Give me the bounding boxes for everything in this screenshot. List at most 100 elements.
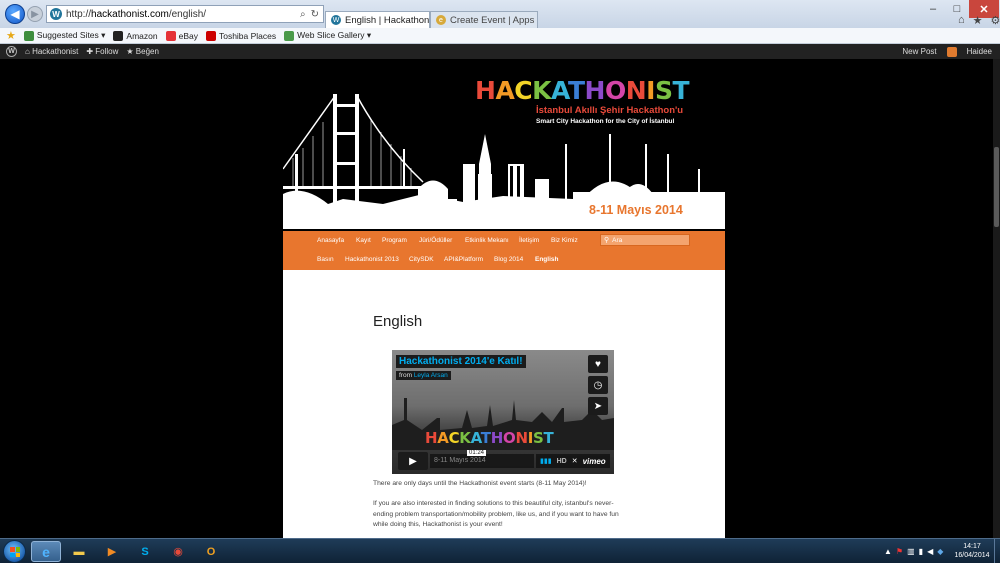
home-icon[interactable]: ⌂ bbox=[958, 14, 965, 27]
back-button[interactable]: ◀ bbox=[5, 4, 25, 24]
taskbar-file-explorer[interactable]: ▬ bbox=[64, 541, 94, 562]
intro-paragraph: There are only days until the Hackathoni… bbox=[373, 480, 587, 487]
logo-letter: O bbox=[604, 76, 626, 105]
tab-create-event[interactable]: e Create Event | Apps for Europe bbox=[430, 11, 538, 28]
admin-follow-label: Follow bbox=[95, 47, 119, 56]
vertical-scrollbar[interactable] bbox=[993, 59, 1000, 538]
hd-toggle[interactable]: HD bbox=[557, 458, 567, 465]
forward-button[interactable]: ▶ bbox=[27, 6, 43, 22]
nav-item-citysdk[interactable]: CitySDK bbox=[409, 256, 434, 263]
nav-item-anasayfa[interactable]: Anasayfa bbox=[317, 237, 344, 244]
tray-expand-icon[interactable]: ▲ bbox=[884, 547, 892, 556]
fav-label: Suggested Sites ▾ bbox=[36, 30, 106, 40]
fav-toshiba[interactable]: Toshiba Places bbox=[205, 30, 277, 41]
address-url[interactable]: http://hackathonist.com/english/ bbox=[66, 9, 300, 20]
amazon-icon bbox=[113, 30, 124, 41]
fullscreen-icon[interactable]: ✕ bbox=[572, 457, 578, 465]
wordpress-logo-icon[interactable]: W bbox=[6, 46, 17, 57]
scrollbar-thumb[interactable] bbox=[994, 147, 999, 227]
minimize-button[interactable]: – bbox=[921, 0, 945, 18]
video-author-link[interactable]: Leyla Arsan bbox=[414, 372, 448, 379]
header-subtitle-turkish: İstanbul Akıllı Şehir Hackathon'u bbox=[536, 105, 684, 116]
fav-label: Toshiba Places bbox=[218, 30, 277, 41]
admin-site-link[interactable]: ⌂ Hackathonist bbox=[25, 47, 78, 56]
vimeo-logo[interactable]: vimeo bbox=[583, 457, 606, 466]
logo-letter: T bbox=[567, 76, 585, 105]
media-player-icon: ▶ bbox=[107, 546, 117, 558]
taskbar-skype[interactable]: S bbox=[130, 541, 160, 562]
nav-item-hackathonist-2013[interactable]: Hackathonist 2013 bbox=[345, 256, 399, 263]
fav-label: Amazon bbox=[126, 30, 158, 41]
site-header-banner[interactable]: HACKATHONIST İstanbul Akıllı Şehir Hacka… bbox=[283, 74, 725, 229]
system-tray: ▲ ⚑ ▥ ▮ ◀ ◆ bbox=[884, 539, 943, 563]
taskbar-chrome[interactable]: ◉ bbox=[163, 541, 193, 562]
favorites-bar: ★ Suggested Sites ▾ Amazon eBay Toshiba … bbox=[0, 28, 1000, 44]
dropbox-icon[interactable]: ◆ bbox=[937, 547, 943, 556]
fav-label: Web Slice Gallery ▾ bbox=[297, 30, 372, 40]
refresh-icon[interactable]: ↻ bbox=[311, 9, 319, 20]
main-navigation: Anasayfa Kayıt Program Jüri/Ödüller Etki… bbox=[283, 231, 725, 270]
page-viewport: HACKATHONIST İstanbul Akıllı Şehir Hacka… bbox=[0, 59, 1000, 538]
nav-item-juri-oduller[interactable]: Jüri/Ödüller bbox=[419, 237, 452, 244]
share-send-icon[interactable]: ➤ bbox=[588, 397, 608, 415]
nav-row-primary: Anasayfa Kayıt Program Jüri/Ödüller Etki… bbox=[283, 231, 725, 250]
nav-item-api-platform[interactable]: API&Platform bbox=[444, 256, 483, 263]
volume-bars-icon[interactable]: ▮▮▮ bbox=[540, 457, 552, 465]
logo-letter: A bbox=[551, 76, 568, 105]
nav-item-iletisim[interactable]: İletişim bbox=[519, 237, 539, 244]
wordpress-tab-icon: W bbox=[331, 15, 341, 25]
favorites-icon[interactable]: ★ bbox=[973, 14, 983, 27]
nav-item-basin[interactable]: Basın bbox=[317, 256, 334, 263]
favorites-star-icon[interactable]: ★ bbox=[6, 29, 16, 42]
taskbar-outlook[interactable]: O bbox=[196, 541, 226, 562]
fav-suggested-sites[interactable]: Suggested Sites ▾ bbox=[23, 30, 106, 41]
play-button[interactable]: ▶ bbox=[398, 452, 428, 470]
taskbar-internet-explorer[interactable]: e bbox=[31, 541, 61, 562]
system-clock[interactable]: 14:17 16/04/2014 bbox=[952, 542, 992, 560]
watch-later-clock-icon[interactable]: ◷ bbox=[588, 376, 608, 394]
start-button[interactable] bbox=[3, 540, 26, 563]
nav-item-english[interactable]: English bbox=[535, 256, 558, 263]
search-field[interactable]: ⚲ Ara bbox=[600, 234, 690, 246]
video-title[interactable]: Hackathonist 2014'e Katıl! bbox=[396, 355, 526, 368]
back-arrow-icon: ◀ bbox=[10, 7, 20, 21]
admin-site-label: Hackathonist bbox=[32, 47, 79, 56]
power-icon[interactable]: ▮ bbox=[919, 547, 923, 556]
admin-follow-link[interactable]: ✚ Follow bbox=[86, 47, 118, 56]
settings-icon[interactable]: ⚙ bbox=[991, 14, 1000, 27]
forward-arrow-icon: ▶ bbox=[31, 8, 39, 20]
nav-item-blog-2014[interactable]: Blog 2014 bbox=[494, 256, 523, 263]
show-desktop-button[interactable] bbox=[994, 539, 1000, 563]
fav-web-slice[interactable]: Web Slice Gallery ▾ bbox=[284, 30, 371, 41]
admin-like-link[interactable]: ★ Beğen bbox=[126, 47, 159, 56]
user-menu[interactable]: Haidee bbox=[967, 47, 992, 56]
outlook-icon: O bbox=[206, 545, 216, 558]
vimeo-video-player[interactable]: Hackathonist 2014'e Katıl! from Leyla Ar… bbox=[392, 350, 614, 474]
nav-item-etkinlik-mekani[interactable]: Etkinlik Mekanı bbox=[465, 237, 509, 244]
nav-item-program[interactable]: Program bbox=[382, 237, 407, 244]
windows-taskbar: e ▬ ▶ S ◉ O ▲ ⚑ ▥ ▮ ◀ ◆ 14:17 16/04/2014 bbox=[0, 538, 1000, 563]
logo-letter: C bbox=[514, 76, 533, 105]
description-paragraph: If you are also interested in finding so… bbox=[373, 500, 619, 528]
network-icon[interactable]: ▥ bbox=[907, 547, 915, 556]
action-center-flag-icon[interactable]: ⚑ bbox=[896, 547, 903, 556]
url-path: /english/ bbox=[168, 8, 207, 20]
video-progress-bar[interactable]: 01:24 8-11 Mayıs 2014 bbox=[430, 450, 534, 468]
taskbar-media-player[interactable]: ▶ bbox=[97, 541, 127, 562]
search-icon[interactable]: ⌕ bbox=[300, 9, 306, 20]
skype-icon: S bbox=[141, 545, 149, 558]
new-post-link[interactable]: New Post bbox=[902, 47, 936, 56]
search-placeholder: Ara bbox=[612, 236, 623, 244]
volume-icon[interactable]: ◀ bbox=[927, 547, 933, 556]
nav-item-biz-kimiz[interactable]: Biz Kimiz bbox=[551, 237, 578, 244]
wordpress-favicon-icon: W bbox=[50, 8, 62, 20]
like-heart-icon[interactable]: ♥ bbox=[588, 355, 608, 373]
notifications-icon[interactable] bbox=[946, 46, 957, 57]
video-duration: 01:24 bbox=[467, 450, 487, 456]
fav-ebay[interactable]: eBay bbox=[165, 30, 198, 41]
address-bar[interactable]: W http://hackathonist.com/english/ ⌕ ↻ bbox=[46, 5, 324, 23]
nav-item-kayit[interactable]: Kayıt bbox=[356, 237, 371, 244]
fav-amazon[interactable]: Amazon bbox=[113, 30, 158, 41]
tab-english-hackathonist[interactable]: W English | Hackathonist ✕ bbox=[325, 11, 430, 28]
clock-date: 16/04/2014 bbox=[954, 552, 990, 559]
